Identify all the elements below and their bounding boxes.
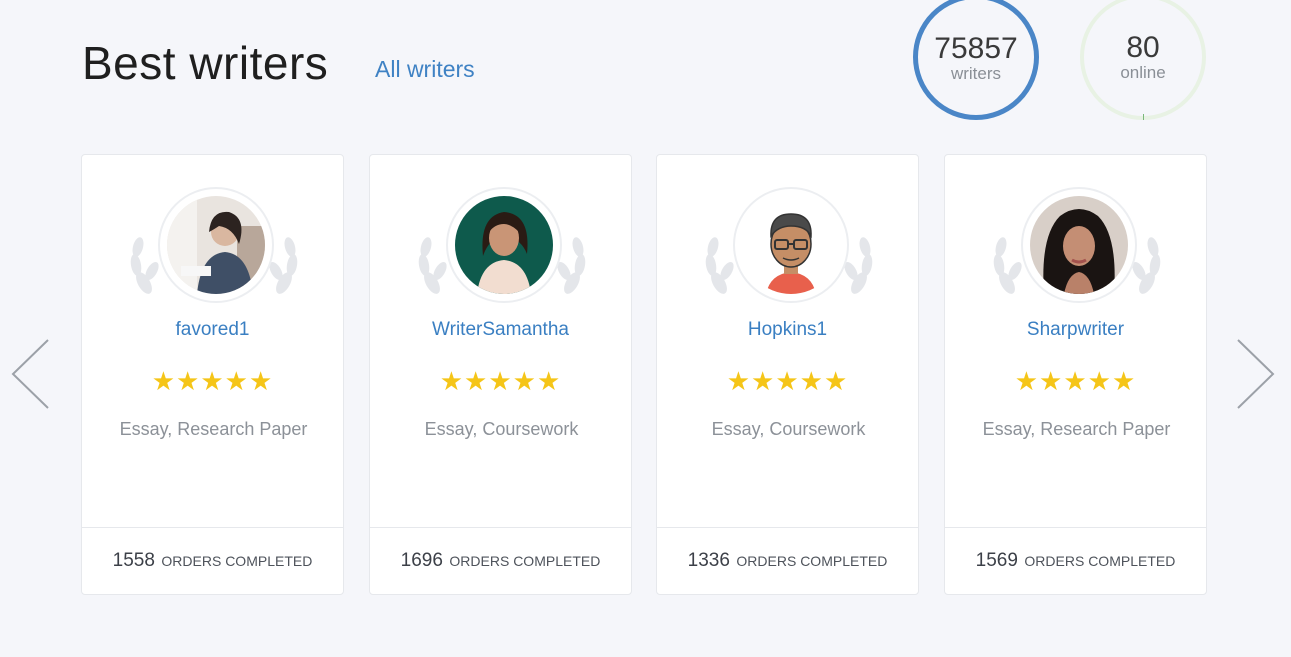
carousel-next-button[interactable] [1236,338,1276,410]
orders-footer: 1336 ORDERS COMPLETED [657,527,918,594]
writer-card[interactable]: Sharpwriter ★★★★★ Essay, Research Paper … [944,154,1207,595]
orders-footer: 1569 ORDERS COMPLETED [945,527,1206,594]
writer-skills: Essay, Coursework [711,419,866,439]
writer-card[interactable]: Hopkins1 ★★★★★ Essay, Coursework 1336 OR… [656,154,919,595]
online-count: 80 [1126,31,1160,64]
writer-skills: Essay, Research Paper [982,419,1171,439]
writer-name[interactable]: WriterSamantha [370,319,631,341]
all-writers-link[interactable]: All writers [375,56,475,83]
writer-name[interactable]: favored1 [82,319,343,341]
avatar-frame [1021,187,1137,303]
rating-stars: ★★★★★ [151,366,274,396]
writer-skills: Essay, Coursework [424,419,579,439]
writer-card[interactable]: favored1 ★★★★★ Essay, Research Paper 155… [81,154,344,595]
writer-skills: Essay, Research Paper [119,419,308,439]
orders-label: ORDERS COMPLETED [161,553,313,569]
orders-label: ORDERS COMPLETED [1024,553,1176,569]
writer-name[interactable]: Sharpwriter [945,319,1206,341]
online-progress-tick [1143,114,1144,120]
online-count-label: online [1120,63,1166,82]
orders-count: 1696 [400,550,443,571]
rating-stars: ★★★★★ [1014,366,1137,396]
avatar-frame [446,187,562,303]
orders-footer: 1696 ORDERS COMPLETED [370,527,631,594]
orders-label: ORDERS COMPLETED [736,553,888,569]
rating-stars: ★★★★★ [439,366,562,396]
section-title: Best writers [82,37,329,89]
online-count-badge: 80 online [1080,0,1206,120]
avatar [1030,196,1128,294]
orders-count: 1569 [975,550,1018,571]
orders-count: 1336 [687,550,730,571]
rating-stars: ★★★★★ [726,366,849,396]
avatar [742,196,840,294]
writers-count-label: writers [950,64,1002,83]
writers-count-badge: 75857 writers [913,0,1039,120]
writer-name[interactable]: Hopkins1 [657,319,918,341]
chevron-right-icon [1237,339,1275,409]
orders-footer: 1558 ORDERS COMPLETED [82,527,343,594]
chevron-left-icon [11,339,49,409]
carousel-prev-button[interactable] [10,338,50,410]
avatar-frame [733,187,849,303]
avatar [167,196,265,294]
avatar-frame [158,187,274,303]
writers-count: 75857 [934,32,1018,65]
avatar [455,196,553,294]
orders-label: ORDERS COMPLETED [449,553,601,569]
orders-count: 1558 [112,550,155,571]
writer-card[interactable]: WriterSamantha ★★★★★ Essay, Coursework 1… [369,154,632,595]
